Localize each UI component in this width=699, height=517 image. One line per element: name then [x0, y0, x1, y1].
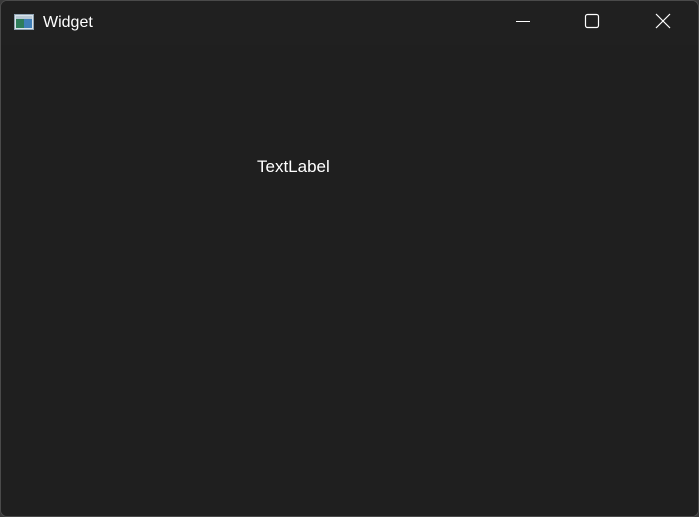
app-window-icon — [14, 14, 34, 30]
minimize-button[interactable] — [488, 1, 558, 45]
window-title: Widget — [43, 14, 93, 31]
title-bar[interactable]: Widget — [1, 1, 698, 45]
maximize-button[interactable] — [557, 1, 627, 45]
text-label: TextLabel — [257, 157, 330, 176]
close-button[interactable] — [628, 1, 698, 45]
minimize-icon — [515, 13, 531, 34]
app-window: Widget TextLabel — [0, 0, 699, 517]
maximize-icon — [584, 13, 600, 34]
widget-client-area: TextLabel — [1, 45, 698, 516]
close-icon — [655, 13, 671, 34]
